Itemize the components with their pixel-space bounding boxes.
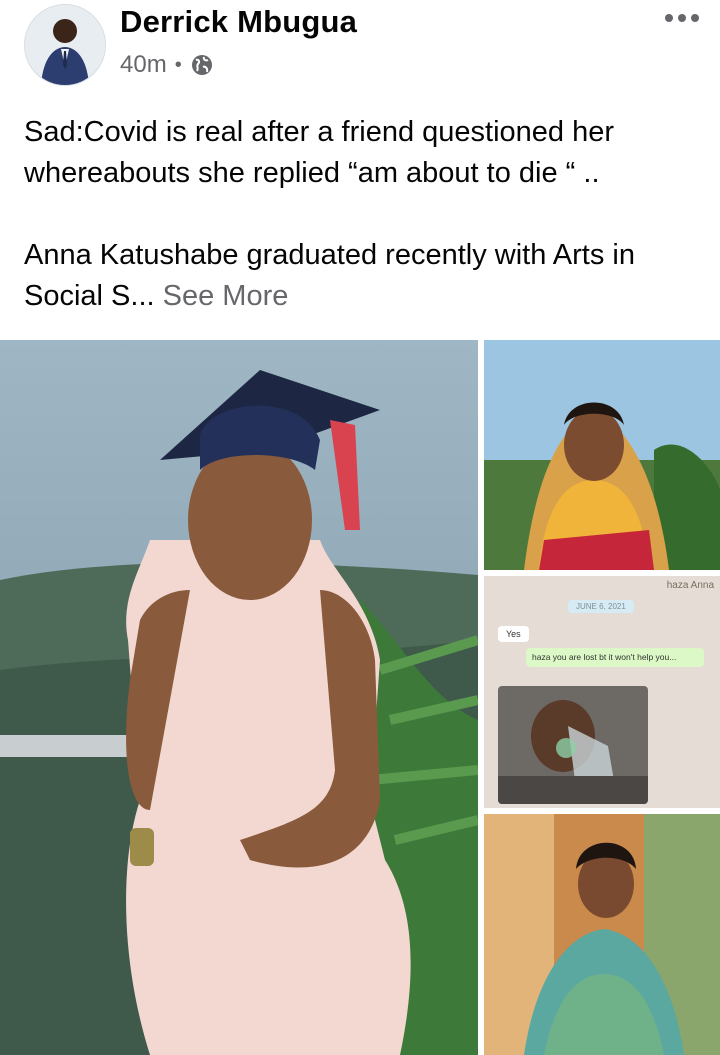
photo-graduation[interactable] (0, 340, 478, 1055)
chat-contact-name: haza Anna (666, 580, 714, 591)
post-text-paragraph-1: Sad:Covid is real after a friend questio… (24, 116, 615, 189)
post-header: Derrick Mbugua 40m • (0, 0, 720, 100)
chat-outgoing-message: haza you are lost bt it won't help you..… (526, 648, 704, 667)
photo-chat-screenshot[interactable]: haza Anna JUNE 6, 2021 Yes haza you are … (484, 576, 720, 808)
author-name[interactable]: Derrick Mbugua (120, 4, 357, 40)
globe-icon (190, 53, 214, 77)
post-text-paragraph-2: Anna Katushabe graduated recently with A… (24, 235, 704, 317)
photo-traditional-dress[interactable] (484, 340, 720, 570)
post-meta: 40m • (120, 50, 214, 80)
author-avatar[interactable] (24, 4, 106, 86)
chat-date-badge: JUNE 6, 2021 (568, 600, 634, 613)
chat-incoming-message: Yes (498, 626, 529, 642)
photo-kitenge-dress[interactable] (484, 814, 720, 1055)
post-text-excerpt: Anna Katushabe graduated recently with A… (24, 239, 635, 312)
see-more-link[interactable]: See More (163, 280, 289, 312)
meta-separator: • (174, 53, 182, 76)
chat-image-hospital (498, 686, 648, 804)
more-options-icon[interactable] (662, 6, 702, 30)
post-time[interactable]: 40m (120, 51, 167, 79)
post-text: Sad:Covid is real after a friend questio… (24, 112, 704, 317)
